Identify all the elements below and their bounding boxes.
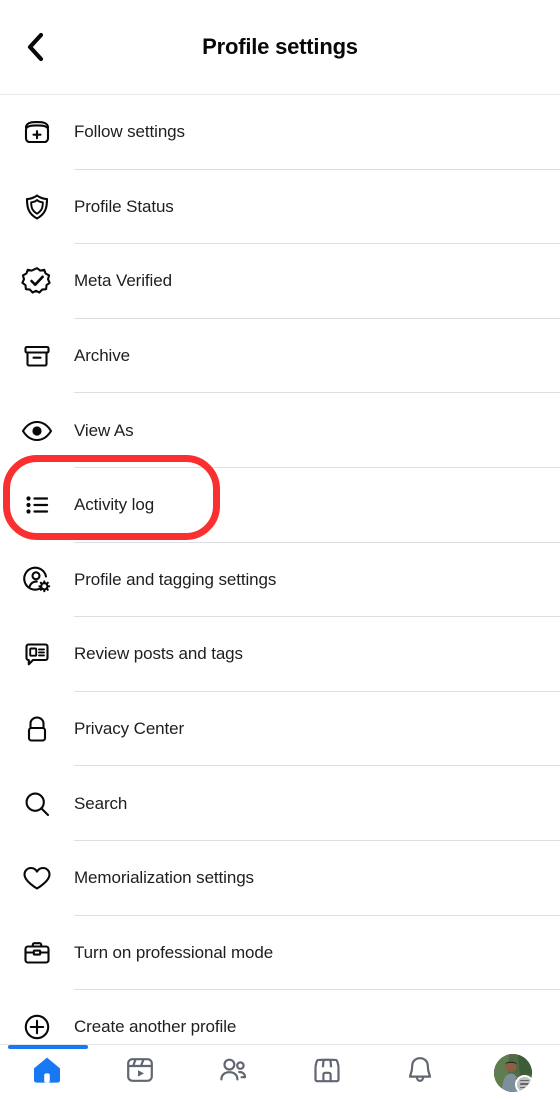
chevron-left-icon [24, 32, 46, 67]
nav-item-home[interactable] [0, 1045, 93, 1100]
list-item-label: Review posts and tags [74, 644, 243, 664]
list-item-activity-log[interactable]: Activity log [0, 467, 560, 543]
list-item-privacy-center[interactable]: Privacy Center [0, 691, 560, 767]
list-item-label: Profile and tagging settings [74, 569, 277, 589]
hamburger-menu-badge-icon [515, 1074, 533, 1092]
list-item-label: Archive [74, 346, 130, 366]
bell-icon [404, 1054, 436, 1091]
list-item-label: Turn on professional mode [74, 942, 274, 962]
person-gear-icon [0, 563, 74, 597]
heart-icon [0, 861, 74, 895]
list-item-archive[interactable]: Archive [0, 318, 560, 394]
nav-item-menu[interactable] [467, 1045, 560, 1100]
archive-box-plus-icon [0, 115, 74, 149]
nav-item-notifications[interactable] [373, 1045, 466, 1100]
settings-list: Follow settings Profile Status Meta Veri… [0, 95, 560, 1065]
comment-list-icon [0, 637, 74, 671]
header: Profile settings [0, 0, 560, 95]
list-item-label: Search [74, 793, 128, 813]
list-item-view-as[interactable]: View As [0, 393, 560, 468]
home-icon [31, 1054, 63, 1091]
back-button[interactable] [14, 28, 56, 70]
list-item-follow-settings[interactable]: Follow settings [0, 95, 560, 170]
nav-item-friends[interactable] [187, 1045, 280, 1100]
list-item-label: Meta Verified [74, 271, 172, 291]
list-bullet-icon [0, 488, 74, 522]
list-item-label: Profile Status [74, 196, 174, 216]
archive-icon [0, 339, 74, 373]
list-item-memorialization-settings[interactable]: Memorialization settings [0, 840, 560, 916]
list-item-label: View As [74, 420, 134, 440]
plus-circle-icon [0, 1010, 74, 1044]
nav-item-marketplace[interactable] [280, 1045, 373, 1100]
verified-badge-icon [0, 264, 74, 298]
profile-avatar-menu-icon [494, 1053, 533, 1092]
lock-icon [0, 712, 74, 746]
friends-icon [217, 1054, 249, 1091]
reels-video-icon [124, 1054, 156, 1091]
list-item-review-posts-and-tags[interactable]: Review posts and tags [0, 617, 560, 692]
list-item-label: Follow settings [74, 122, 185, 142]
marketplace-store-icon [311, 1054, 343, 1091]
briefcase-icon [0, 936, 74, 970]
list-item-label: Privacy Center [74, 719, 185, 739]
list-item-profile-status[interactable]: Profile Status [0, 169, 560, 245]
shield-icon [0, 190, 74, 224]
nav-item-video[interactable] [93, 1045, 186, 1100]
page-title: Profile settings [202, 34, 358, 59]
list-item-meta-verified[interactable]: Meta Verified [0, 244, 560, 319]
search-icon [0, 787, 74, 821]
active-tab-indicator [8, 1045, 88, 1049]
list-item-label: Create another profile [74, 1017, 237, 1037]
list-item-label: Memorialization settings [74, 868, 254, 888]
list-item-profile-and-tagging-settings[interactable]: Profile and tagging settings [0, 542, 560, 618]
list-item-turn-on-professional-mode[interactable]: Turn on professional mode [0, 915, 560, 991]
list-item-label: Activity log [74, 495, 155, 515]
eye-icon [0, 414, 74, 448]
list-item-search[interactable]: Search [0, 766, 560, 841]
profile-settings-screen: Profile settings Follow settings Profile… [0, 0, 560, 1100]
bottom-navigation-bar [0, 1044, 560, 1100]
